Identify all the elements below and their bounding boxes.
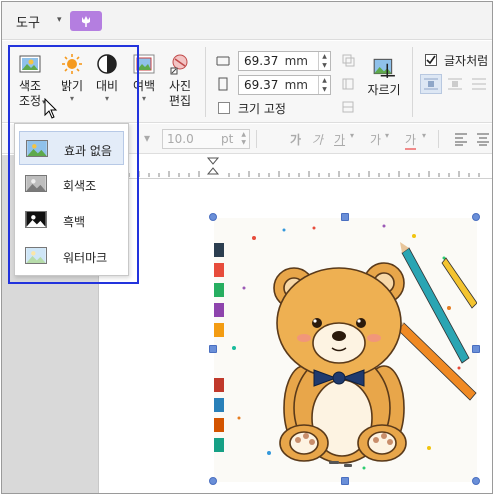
toolbar-divider xyxy=(256,130,257,148)
align-center-icon[interactable] xyxy=(476,132,490,146)
width-icon xyxy=(216,56,230,66)
teddy-bear-illustration xyxy=(214,224,477,470)
teddy-bear-picture[interactable] xyxy=(214,218,477,482)
fix-size-checkbox[interactable] xyxy=(218,102,230,114)
reset-size-icon[interactable] xyxy=(341,100,355,114)
height-spinner[interactable]: ▲ ▼ xyxy=(318,76,330,94)
font-size-value: 10.0 xyxy=(167,132,194,146)
crop-icon xyxy=(373,58,395,78)
highlight-box xyxy=(8,45,139,284)
align-left-icon[interactable] xyxy=(454,132,468,146)
height-value: 69.37 xyxy=(244,78,279,92)
bold-icon[interactable]: 가 xyxy=(290,131,301,148)
ribbon-divider xyxy=(412,47,413,117)
app-window: 도구 ▾ 색조 조정 ▾ 밝기 ▾ 대비 ▾ 여백 ▾ 사진 편집 69.37 … xyxy=(1,1,493,494)
wrap-top-bottom-icon[interactable] xyxy=(446,76,464,92)
crop-label: 자르기 xyxy=(367,83,401,97)
chevron-down-icon[interactable]: ▾ xyxy=(350,131,354,140)
wrap-square-icon xyxy=(424,78,438,90)
italic-icon[interactable]: 가 xyxy=(312,131,323,148)
tulip-icon-button[interactable] xyxy=(70,11,102,31)
photo-edit-label-2: 편집 xyxy=(168,94,192,108)
top-bar: 도구 ▾ xyxy=(2,2,492,40)
resize-handle-bottom-left[interactable] xyxy=(209,477,217,485)
font-size-input[interactable]: 10.0 pt ▲ ▼ xyxy=(162,129,250,149)
height-input[interactable]: 69.37 mm ▲ ▼ xyxy=(238,75,331,95)
photo-edit-label-1: 사진 xyxy=(168,79,192,93)
original-size-icon[interactable] xyxy=(341,77,355,91)
chevron-down-icon[interactable]: ▾ xyxy=(422,131,426,140)
resize-handle-top-right[interactable] xyxy=(472,213,480,221)
photo-edit-icon xyxy=(170,54,188,75)
strikethrough-icon[interactable]: 가 xyxy=(370,131,381,148)
font-size-unit: pt xyxy=(221,132,234,146)
tulip-icon xyxy=(82,16,90,27)
wrap-behind-text-icon[interactable] xyxy=(470,76,488,92)
font-size-spinner[interactable]: ▲ ▼ xyxy=(241,131,246,147)
width-spinner[interactable]: ▲ ▼ xyxy=(318,52,330,70)
chevron-down-icon[interactable]: ▾ xyxy=(385,131,389,140)
underline-icon[interactable]: 가 xyxy=(334,131,345,148)
chevron-down-icon[interactable]: ▾ xyxy=(57,15,62,25)
tools-menu-tab[interactable]: 도구 xyxy=(16,12,40,31)
as-char-checkbox[interactable] xyxy=(425,54,437,66)
ribbon-divider xyxy=(205,47,206,117)
height-unit: mm xyxy=(284,78,308,92)
resize-handle-top-left[interactable] xyxy=(209,213,217,221)
toolbar-divider xyxy=(438,130,439,148)
photo-edit-button[interactable]: 사진 편집 xyxy=(165,53,195,109)
ruler-ticks xyxy=(108,157,480,177)
width-value: 69.37 xyxy=(244,54,279,68)
check-icon xyxy=(426,55,436,65)
lock-ratio-icon[interactable] xyxy=(341,53,355,67)
resize-handle-right[interactable] xyxy=(472,345,480,353)
width-input[interactable]: 69.37 mm ▲ ▼ xyxy=(238,51,331,71)
fix-size-label: 크기 고정 xyxy=(238,102,286,116)
resize-handle-bottom-right[interactable] xyxy=(472,477,480,485)
height-icon xyxy=(218,77,228,91)
crop-button[interactable]: 자르기 xyxy=(364,55,404,98)
resize-handle-top[interactable] xyxy=(341,213,349,221)
font-color-icon[interactable]: 가 xyxy=(405,131,417,150)
wrap-square-button[interactable] xyxy=(420,74,442,94)
resize-handle-bottom[interactable] xyxy=(341,477,349,485)
chevron-down-icon[interactable]: ▾ xyxy=(144,131,150,145)
as-char-label: 글자처럼 xyxy=(444,54,489,68)
width-unit: mm xyxy=(284,54,308,68)
horizontal-ruler[interactable] xyxy=(99,155,492,179)
resize-handle-left[interactable] xyxy=(209,345,217,353)
